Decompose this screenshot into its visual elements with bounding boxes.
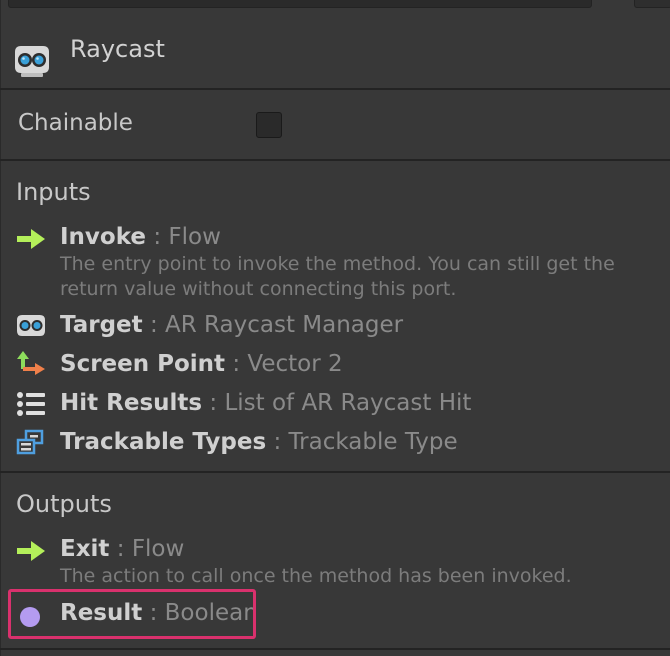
port-type: Flow [168, 224, 221, 250]
port-type: Vector 2 [247, 351, 343, 377]
flow-arrow-icon [16, 224, 46, 254]
inputs-section-title: Inputs [16, 178, 91, 206]
port-description: The entry point to invoke the method. Yo… [60, 253, 615, 300]
port-type: Trackable Type [288, 429, 458, 455]
port-separator: : [202, 390, 225, 416]
top-dropdown-button[interactable] [634, 0, 670, 8]
port-separator: : [142, 312, 166, 338]
divider [0, 159, 670, 161]
port-name: Hit Results [60, 390, 203, 416]
divider [0, 471, 670, 473]
ar-goggles-icon [12, 43, 52, 79]
port-name: Target [60, 312, 143, 338]
port-exit: Exit : Flow The action to call once the … [0, 534, 670, 588]
port-description: The action to call once the method has b… [60, 565, 572, 587]
port-name: Exit [60, 536, 110, 562]
result-highlight-box [8, 589, 256, 639]
divider [0, 648, 670, 650]
top-toolbar-strip [0, 0, 670, 12]
chainable-label: Chainable [18, 110, 133, 136]
divider [0, 88, 670, 90]
top-field[interactable] [8, 0, 592, 8]
port-separator: : [109, 536, 132, 562]
port-screen-point: Screen Point : Vector 2 [0, 349, 670, 381]
node-header: Raycast [0, 12, 670, 88]
port-name: Invoke [60, 224, 147, 250]
port-type: Flow [131, 536, 185, 562]
port-name: Screen Point [60, 351, 226, 377]
ar-goggles-icon [16, 312, 46, 342]
port-trackable-types: Trackable Types : Trackable Type [0, 427, 670, 459]
chainable-checkbox[interactable] [256, 112, 282, 138]
port-target: Target : AR Raycast Manager [0, 310, 670, 342]
list-icon [16, 389, 46, 419]
outputs-section-title: Outputs [16, 490, 112, 518]
chainable-row: Chainable [0, 92, 670, 158]
port-separator: : [266, 429, 289, 455]
enum-icon [16, 428, 46, 458]
port-hit-results: Hit Results : List of AR Raycast Hit [0, 388, 670, 420]
port-separator: : [225, 351, 248, 377]
port-type: List of AR Raycast Hit [224, 390, 472, 416]
port-name: Trackable Types [60, 429, 267, 455]
port-type: AR Raycast Manager [165, 312, 404, 338]
vector2-axes-icon [16, 349, 46, 379]
port-invoke: Invoke : Flow The entry point to invoke … [0, 222, 670, 300]
port-separator: : [146, 224, 169, 250]
flow-arrow-icon [16, 536, 46, 566]
node-title: Raycast [70, 35, 165, 63]
